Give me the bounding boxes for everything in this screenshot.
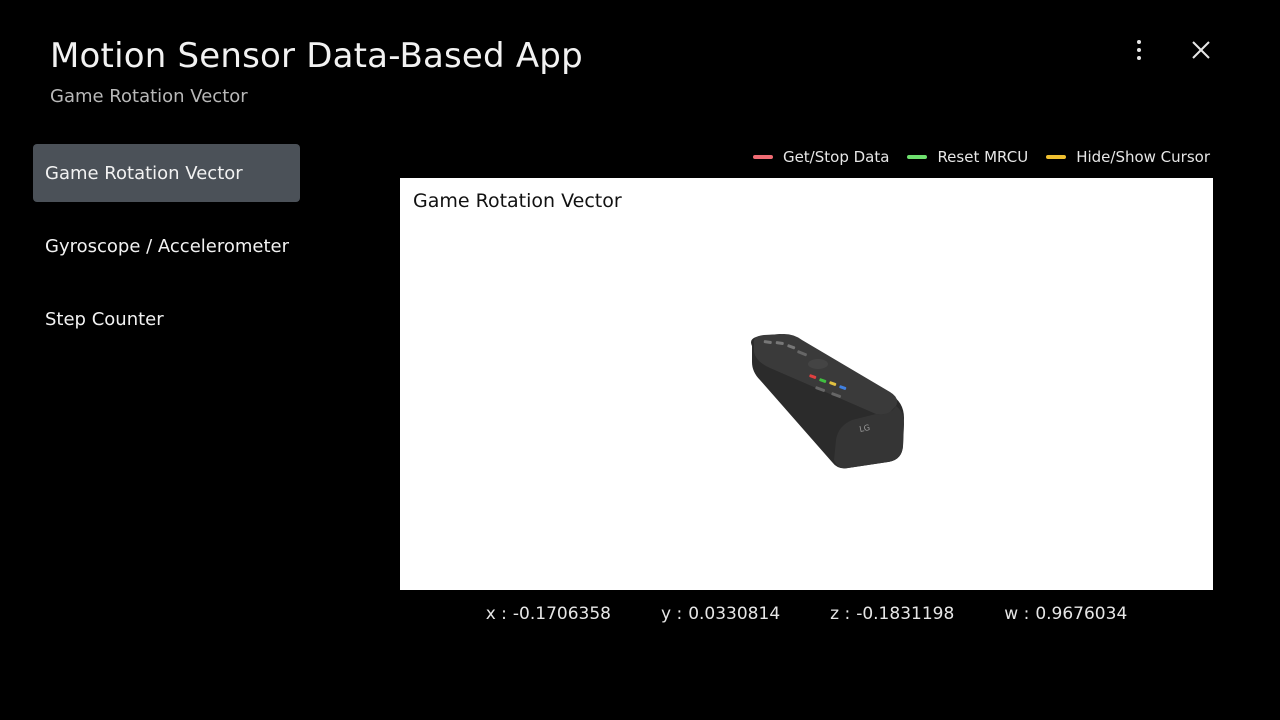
readout-z-label: z : — [830, 604, 851, 624]
readout-y-value: 0.0330814 — [688, 604, 781, 624]
legend-get-stop-data[interactable]: Get/Stop Data — [752, 148, 890, 166]
sidebar-item-game-rotation-vector[interactable]: Game Rotation Vector — [33, 144, 300, 202]
sidebar-item-label: Gyroscope / Accelerometer — [45, 235, 290, 257]
legend-label: Get/Stop Data — [782, 148, 890, 166]
more-vertical-icon — [1137, 40, 1141, 60]
yellow-key-swatch — [1046, 155, 1067, 159]
sidebar-item-label: Step Counter — [45, 308, 164, 330]
close-button[interactable] — [1182, 34, 1220, 66]
page-title: Motion Sensor Data-Based App — [50, 36, 583, 76]
panel-title: Game Rotation Vector — [413, 190, 622, 212]
readout-x-label: x : — [485, 604, 507, 624]
sidebar-item-label: Game Rotation Vector — [45, 162, 243, 184]
quaternion-readouts: x : -0.1706358 y : 0.0330814 z : -0.1831… — [400, 604, 1213, 624]
readout-z-value: -0.1831198 — [856, 604, 955, 624]
page-subtitle: Game Rotation Vector — [50, 86, 248, 107]
legend-reset-mrcu[interactable]: Reset MRCU — [907, 148, 1028, 166]
3d-view-panel[interactable]: Game Rotation Vector LG — [400, 178, 1213, 590]
readout-y-label: y : — [661, 604, 683, 624]
readout-y: y : 0.0330814 — [661, 604, 780, 624]
more-options-button[interactable] — [1120, 34, 1158, 66]
legend-hide-show-cursor[interactable]: Hide/Show Cursor — [1046, 148, 1210, 166]
close-icon — [1192, 41, 1210, 59]
readout-z: z : -0.1831198 — [830, 604, 954, 624]
readout-w-label: w : — [1004, 604, 1030, 624]
app-screen: Motion Sensor Data-Based App Game Rotati… — [0, 0, 1280, 720]
legend-label: Hide/Show Cursor — [1076, 148, 1210, 166]
red-key-swatch — [752, 155, 773, 159]
readout-x-value: -0.1706358 — [512, 604, 611, 624]
top-actions — [1120, 34, 1220, 66]
readout-x: x : -0.1706358 — [486, 604, 611, 624]
sidebar-item-gyroscope-accelerometer[interactable]: Gyroscope / Accelerometer — [33, 217, 300, 275]
sidebar: Game Rotation Vector Gyroscope / Acceler… — [33, 144, 300, 363]
color-key-legend: Get/Stop Data Reset MRCU Hide/Show Curso… — [752, 148, 1210, 166]
remote-control-model: LG — [751, 334, 904, 469]
readout-w: w : 0.9676034 — [1004, 604, 1127, 624]
sidebar-item-step-counter[interactable]: Step Counter — [33, 290, 300, 348]
legend-label: Reset MRCU — [937, 148, 1029, 166]
readout-w-value: 0.9676034 — [1035, 604, 1128, 624]
green-key-swatch — [907, 155, 928, 159]
